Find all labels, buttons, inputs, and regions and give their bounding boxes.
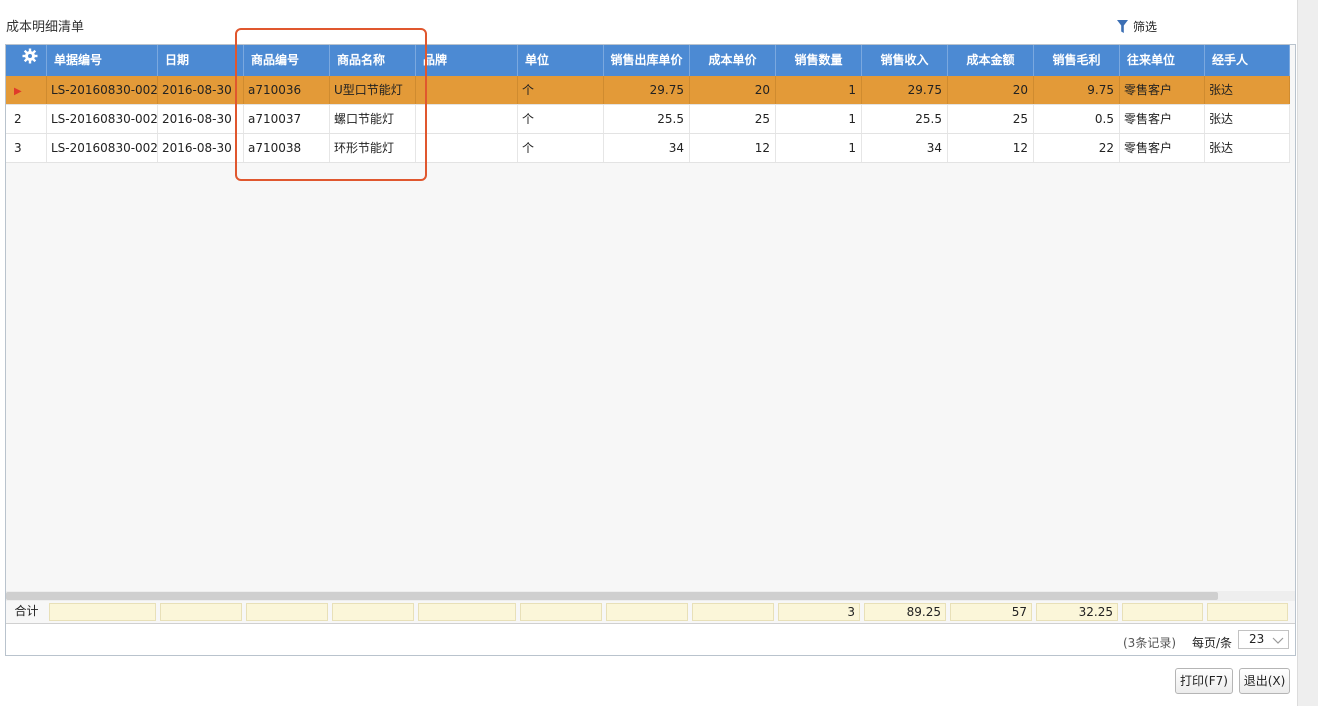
cell-gross-profit[interactable]: 0.5 — [1034, 105, 1120, 133]
cell-partner[interactable]: 零售客户 — [1120, 105, 1205, 133]
column-header-item-name[interactable]: 商品名称 — [330, 45, 416, 76]
summary-cell — [692, 603, 774, 621]
print-button[interactable]: 打印(F7) — [1175, 668, 1233, 694]
exit-button[interactable]: 退出(X) — [1239, 668, 1290, 694]
cell-brand[interactable] — [416, 105, 518, 133]
data-grid: 单据编号 日期 商品编号 商品名称 品牌 单位 销售出库单价 成本单价 销售数量… — [5, 44, 1296, 656]
column-header-unit[interactable]: 单位 — [518, 45, 604, 76]
cell-sale-price[interactable]: 34 — [604, 134, 690, 162]
scrollbar-thumb[interactable] — [6, 592, 1218, 600]
vertical-scrollbar[interactable] — [1297, 0, 1318, 706]
cell-unit[interactable]: 个 — [518, 105, 604, 133]
grid-body: ▶ LS-20160830-002 2016-08-30 a710036 U型口… — [6, 76, 1290, 163]
row-pointer-icon: ▶ — [6, 76, 47, 104]
summary-cell — [246, 603, 328, 621]
horizontal-scrollbar[interactable] — [6, 591, 1295, 601]
filter-button[interactable]: 筛选 — [1117, 18, 1157, 35]
table-row[interactable]: ▶ LS-20160830-002 2016-08-30 a710036 U型口… — [6, 76, 1290, 105]
row-number: 2 — [6, 105, 47, 133]
gear-icon — [22, 45, 38, 76]
cell-sale-qty[interactable]: 1 — [776, 105, 862, 133]
per-page-select[interactable]: 23 — [1238, 630, 1289, 649]
summary-cell — [520, 603, 602, 621]
cell-item-code[interactable]: a710038 — [244, 134, 330, 162]
cell-doc-no[interactable]: LS-20160830-002 — [47, 76, 158, 104]
cell-cost-amount[interactable]: 20 — [948, 76, 1034, 104]
cell-cost-amount[interactable]: 25 — [948, 105, 1034, 133]
filter-label: 筛选 — [1133, 20, 1158, 34]
column-header-partner[interactable]: 往来单位 — [1120, 45, 1205, 76]
cell-brand[interactable] — [416, 76, 518, 104]
column-header-sale-price[interactable]: 销售出库单价 — [604, 45, 690, 76]
cell-date[interactable]: 2016-08-30 — [158, 105, 244, 133]
summary-label: 合计 — [14, 604, 39, 618]
cell-handler[interactable]: 张达 — [1205, 76, 1290, 104]
cell-item-code[interactable]: a710037 — [244, 105, 330, 133]
column-header-brand[interactable]: 品牌 — [416, 45, 518, 76]
cell-revenue[interactable]: 34 — [862, 134, 948, 162]
cell-item-code[interactable]: a710036 — [244, 76, 330, 104]
cell-gross-profit[interactable]: 22 — [1034, 134, 1120, 162]
summary-cell — [160, 603, 242, 621]
column-header-doc-no[interactable]: 单据编号 — [47, 45, 158, 76]
column-header-revenue[interactable]: 销售收入 — [862, 45, 948, 76]
cell-revenue[interactable]: 29.75 — [862, 76, 948, 104]
summary-cell — [606, 603, 688, 621]
column-header-cost-amount[interactable]: 成本金额 — [948, 45, 1034, 76]
summary-cell — [49, 603, 156, 621]
cell-revenue[interactable]: 25.5 — [862, 105, 948, 133]
cell-item-name[interactable]: U型口节能灯 — [330, 76, 416, 104]
cell-unit-cost[interactable]: 25 — [690, 105, 776, 133]
cell-partner[interactable]: 零售客户 — [1120, 76, 1205, 104]
cell-item-name[interactable]: 环形节能灯 — [330, 134, 416, 162]
summary-gross-profit: 32.25 — [1036, 603, 1118, 621]
column-header-sale-qty[interactable]: 销售数量 — [776, 45, 862, 76]
column-header-item-code[interactable]: 商品编号 — [244, 45, 330, 76]
cell-gross-profit[interactable]: 9.75 — [1034, 76, 1120, 104]
per-page-value: 23 — [1249, 632, 1265, 646]
summary-cell — [1207, 603, 1288, 621]
cell-date[interactable]: 2016-08-30 — [158, 134, 244, 162]
summary-cost-amount: 57 — [950, 603, 1032, 621]
cell-brand[interactable] — [416, 134, 518, 162]
cell-sale-qty[interactable]: 1 — [776, 76, 862, 104]
chevron-down-icon — [1272, 634, 1284, 651]
cell-handler[interactable]: 张达 — [1205, 105, 1290, 133]
cell-partner[interactable]: 零售客户 — [1120, 134, 1205, 162]
summary-row: 合计 3 89.25 57 32.25 — [6, 601, 1290, 623]
page-title: 成本明细清单 — [6, 20, 85, 35]
cell-sale-price[interactable]: 25.5 — [604, 105, 690, 133]
per-page-label: 每页/条 — [1192, 636, 1233, 650]
summary-sale-qty: 3 — [778, 603, 860, 621]
summary-cell — [418, 603, 516, 621]
cell-doc-no[interactable]: LS-20160830-002 — [47, 134, 158, 162]
grid-header: 单据编号 日期 商品编号 商品名称 品牌 单位 销售出库单价 成本单价 销售数量… — [6, 45, 1290, 76]
cell-sale-price[interactable]: 29.75 — [604, 76, 690, 104]
filter-icon — [1117, 19, 1128, 34]
summary-revenue: 89.25 — [864, 603, 946, 621]
table-row[interactable]: 3 LS-20160830-002 2016-08-30 a710038 环形节… — [6, 134, 1290, 163]
column-header-unit-cost[interactable]: 成本单价 — [690, 45, 776, 76]
cell-sale-qty[interactable]: 1 — [776, 134, 862, 162]
column-header-gross-profit[interactable]: 销售毛利 — [1034, 45, 1120, 76]
cell-date[interactable]: 2016-08-30 — [158, 76, 244, 104]
column-settings-button[interactable] — [6, 45, 47, 76]
cell-unit[interactable]: 个 — [518, 134, 604, 162]
row-number: 3 — [6, 134, 47, 162]
cell-unit-cost[interactable]: 12 — [690, 134, 776, 162]
cell-doc-no[interactable]: LS-20160830-002 — [47, 105, 158, 133]
column-header-date[interactable]: 日期 — [158, 45, 244, 76]
cell-unit-cost[interactable]: 20 — [690, 76, 776, 104]
table-row[interactable]: 2 LS-20160830-002 2016-08-30 a710037 螺口节… — [6, 105, 1290, 134]
cell-unit[interactable]: 个 — [518, 76, 604, 104]
cell-handler[interactable]: 张达 — [1205, 134, 1290, 162]
summary-cell — [332, 603, 414, 621]
summary-cell — [1122, 603, 1203, 621]
cell-item-name[interactable]: 螺口节能灯 — [330, 105, 416, 133]
column-header-handler[interactable]: 经手人 — [1205, 45, 1290, 76]
pagination-bar: (3条记录) 每页/条 23 — [6, 623, 1295, 655]
record-count: (3条记录) — [1123, 636, 1176, 650]
cell-cost-amount[interactable]: 12 — [948, 134, 1034, 162]
